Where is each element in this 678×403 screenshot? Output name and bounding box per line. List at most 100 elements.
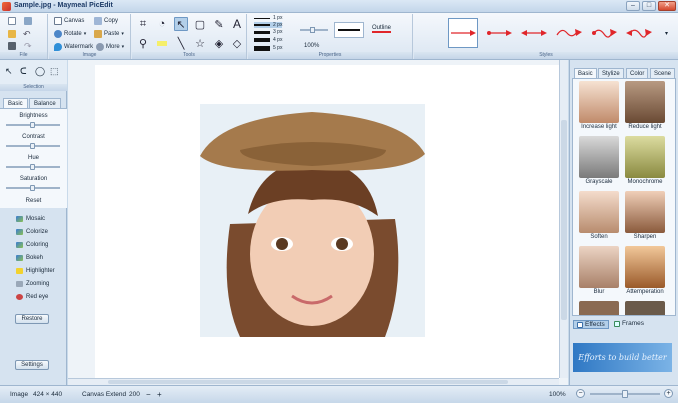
- mosaic-icon: [16, 216, 23, 222]
- line-width-2px[interactable]: 2 px: [254, 22, 283, 28]
- arrow-style-1[interactable]: [448, 18, 478, 48]
- styles-more-icon[interactable]: ▾: [665, 30, 668, 37]
- tab-basic[interactable]: Basic: [3, 98, 28, 108]
- text-icon[interactable]: A: [230, 17, 244, 31]
- save-icon[interactable]: [24, 17, 32, 25]
- arrow-style-6[interactable]: [624, 18, 654, 48]
- zoom-out-button[interactable]: −: [576, 389, 585, 398]
- thumb-soften[interactable]: [579, 191, 619, 233]
- thumb-label: Blur: [593, 289, 605, 295]
- thumb-attemperation[interactable]: [625, 246, 665, 288]
- canvas-extend-minus-button[interactable]: −: [146, 390, 151, 399]
- arrow-dot-right-icon: [487, 30, 512, 36]
- promo-banner[interactable]: Efforts to build better: [573, 343, 672, 372]
- minimize-button[interactable]: –: [626, 1, 640, 11]
- pen-icon[interactable]: ✎: [212, 17, 226, 31]
- arrow-style-2[interactable]: [484, 18, 514, 48]
- new-file-icon[interactable]: [8, 17, 16, 25]
- effects-tab[interactable]: Effects: [573, 320, 609, 329]
- vertical-scrollbar[interactable]: [559, 60, 568, 378]
- canvas-extend-value: 200: [129, 391, 140, 398]
- canvas-button[interactable]: Canvas: [54, 17, 84, 25]
- thumb-increase-light[interactable]: [579, 81, 619, 123]
- highlighter-icon[interactable]: [155, 36, 169, 50]
- thumb-monochrome[interactable]: [625, 136, 665, 178]
- lasso-icon[interactable]: ◔: [155, 17, 169, 31]
- effect-coloring[interactable]: Coloring: [16, 242, 48, 248]
- copy-button[interactable]: Copy: [94, 17, 118, 25]
- restore-button[interactable]: Restore: [15, 314, 49, 324]
- paste-button[interactable]: Paste ▾: [94, 30, 124, 38]
- tab-color[interactable]: Color: [626, 68, 649, 78]
- horizontal-scrollbar[interactable]: [68, 378, 559, 385]
- reset-button[interactable]: Reset: [0, 198, 67, 204]
- select-arrow-icon[interactable]: ↖: [5, 66, 13, 77]
- thumb-more-2[interactable]: [625, 301, 665, 315]
- crop-icon[interactable]: ⌗: [136, 17, 150, 31]
- brightness-slider[interactable]: [6, 122, 60, 128]
- tab-balance[interactable]: Balance: [29, 98, 61, 108]
- star-icon[interactable]: ☆: [193, 36, 207, 50]
- arrow-style-3[interactable]: [519, 18, 549, 48]
- select-rect-icon[interactable]: ⬚: [50, 66, 59, 77]
- watermark-button[interactable]: Watermark: [54, 43, 93, 51]
- undo-icon[interactable]: ↶: [23, 29, 31, 40]
- saturation-slider[interactable]: [6, 185, 60, 191]
- line-width-4px[interactable]: 4 px: [254, 37, 282, 43]
- tab-scene[interactable]: Scene: [650, 68, 676, 78]
- arrow-style-5[interactable]: [589, 18, 619, 48]
- line-style-button[interactable]: [334, 22, 364, 38]
- frames-tab[interactable]: Frames: [611, 320, 647, 327]
- maximize-button[interactable]: □: [642, 1, 656, 11]
- select-lasso-icon[interactable]: ᑕ: [20, 66, 27, 77]
- arrow-style-4[interactable]: [554, 18, 584, 48]
- thumb-more-1[interactable]: [579, 301, 619, 315]
- brightness-label: Brightness: [19, 113, 48, 119]
- image-group: Canvas Copy Rotate ▾ Paste ▾ Watermark Mor…: [49, 14, 131, 59]
- canvas-extend-plus-button[interactable]: +: [157, 390, 162, 399]
- effect-bokeh[interactable]: Bokeh: [16, 255, 43, 261]
- thumb-blur[interactable]: [579, 246, 619, 288]
- eraser-icon[interactable]: ◇: [230, 36, 244, 50]
- more-button[interactable]: More ▾: [96, 43, 124, 51]
- effect-highlighter[interactable]: Highlighter: [16, 268, 55, 274]
- settings-button[interactable]: Settings: [15, 360, 49, 370]
- zoom-slider[interactable]: [590, 390, 660, 398]
- tab-stylize[interactable]: Stylize: [598, 68, 624, 78]
- open-folder-icon[interactable]: [8, 30, 16, 38]
- effect-zooming[interactable]: Zooming: [16, 281, 49, 287]
- tab-effects-basic[interactable]: Basic: [574, 68, 597, 78]
- thumb-sharpen[interactable]: [625, 191, 665, 233]
- opacity-slider[interactable]: [300, 27, 328, 33]
- vertical-scroll-thumb[interactable]: [561, 120, 567, 320]
- photo[interactable]: [200, 104, 425, 337]
- effect-mosaic[interactable]: Mosaic: [16, 216, 45, 222]
- zoom-in-button[interactable]: +: [664, 389, 673, 398]
- print-icon[interactable]: [8, 42, 16, 50]
- select-ellipse-icon[interactable]: ◯: [35, 66, 45, 77]
- wave-double-arrow-icon: [626, 29, 652, 38]
- pointer-icon[interactable]: ↖: [174, 17, 188, 31]
- effect-red-eye[interactable]: Red eye: [16, 294, 48, 300]
- rotate-button[interactable]: Rotate ▾: [54, 30, 86, 38]
- hue-slider[interactable]: [6, 164, 60, 170]
- line-icon[interactable]: ╲: [174, 36, 188, 50]
- thumb-reduce-light[interactable]: [625, 81, 665, 123]
- zoom-icon[interactable]: ⚲: [136, 36, 150, 50]
- copy-icon: [94, 17, 102, 25]
- line-width-3px[interactable]: 3 px: [254, 29, 282, 35]
- fill-bucket-icon[interactable]: ◈: [212, 36, 226, 50]
- horizontal-scroll-thumb[interactable]: [108, 380, 508, 384]
- colorize-icon: [16, 229, 23, 235]
- canvas-extend-label: Canvas Extend: [82, 391, 127, 398]
- wave-arrow-icon: [556, 29, 582, 37]
- redo-icon[interactable]: ↷: [24, 41, 32, 52]
- effect-colorize[interactable]: Colorize: [16, 229, 48, 235]
- shape-icon[interactable]: ▢: [193, 17, 207, 31]
- outline-button[interactable]: Outline: [372, 25, 392, 33]
- thumb-grayscale[interactable]: [579, 136, 619, 178]
- contrast-slider[interactable]: [6, 143, 60, 149]
- line-width-5px[interactable]: 5 px: [254, 45, 282, 51]
- line-width-1px[interactable]: 1 px: [254, 15, 282, 21]
- close-button[interactable]: ✕: [658, 1, 676, 11]
